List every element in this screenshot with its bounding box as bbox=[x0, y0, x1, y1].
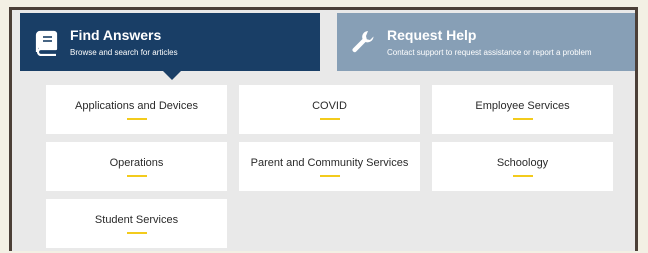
wrench-icon bbox=[352, 31, 374, 53]
category-card-operations[interactable]: Operations bbox=[46, 142, 227, 191]
tab-find-answers[interactable]: Find Answers Browse and search for artic… bbox=[20, 13, 320, 80]
request-help-title: Request Help bbox=[387, 26, 477, 43]
help-tabs: Find Answers Browse and search for artic… bbox=[12, 13, 635, 80]
category-card-employee-services[interactable]: Employee Services bbox=[432, 85, 613, 134]
help-portal-frame: Find Answers Browse and search for artic… bbox=[9, 7, 638, 251]
category-card-applications-and-devices[interactable]: Applications and Devices bbox=[46, 85, 227, 134]
category-underline bbox=[126, 118, 147, 120]
category-underline bbox=[512, 118, 533, 120]
category-underline bbox=[319, 118, 340, 120]
category-label: Employee Services bbox=[475, 100, 570, 112]
category-label: COVID bbox=[312, 100, 347, 112]
book-icon bbox=[35, 30, 58, 56]
category-underline bbox=[512, 175, 533, 177]
find-answers-subtitle: Browse and search for articles bbox=[70, 47, 178, 57]
category-underline bbox=[319, 175, 340, 177]
category-label: Operations bbox=[109, 157, 164, 169]
category-card-schoology[interactable]: Schoology bbox=[432, 142, 613, 191]
request-help-subtitle: Contact support to request assistance or… bbox=[387, 47, 592, 57]
active-tab-caret bbox=[163, 71, 181, 80]
category-label: Applications and Devices bbox=[75, 100, 198, 112]
category-card-covid[interactable]: COVID bbox=[239, 85, 420, 134]
category-underline bbox=[126, 232, 147, 234]
category-card-student-services[interactable]: Student Services bbox=[46, 199, 227, 248]
category-card-parent-and-community-services[interactable]: Parent and Community Services bbox=[239, 142, 420, 191]
tab-request-help[interactable]: Request Help Contact support to request … bbox=[337, 13, 635, 71]
category-label: Student Services bbox=[94, 214, 179, 226]
find-answers-title: Find Answers bbox=[70, 26, 162, 43]
category-label: Parent and Community Services bbox=[250, 157, 409, 169]
category-underline bbox=[126, 175, 147, 177]
category-label: Schoology bbox=[496, 157, 549, 169]
